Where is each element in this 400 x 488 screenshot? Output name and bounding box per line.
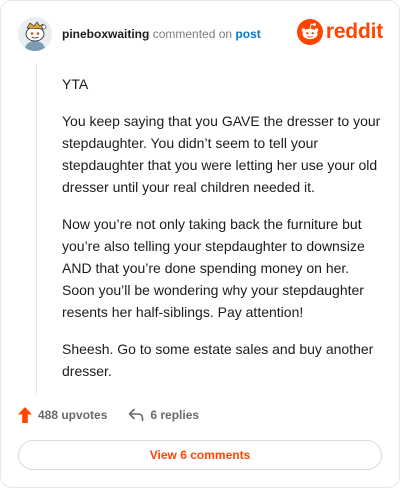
upvote-count: 488 upvotes xyxy=(38,408,108,422)
username-link[interactable]: pineboxwaiting xyxy=(62,27,149,41)
user-avatar[interactable] xyxy=(18,17,52,51)
comment-byline: pineboxwaiting commented on post xyxy=(62,26,261,42)
comment-header: pineboxwaiting commented on post reddit xyxy=(18,17,383,53)
replies-button[interactable]: 6 replies xyxy=(128,408,199,422)
brand-wordmark: reddit xyxy=(325,20,383,43)
comment-paragraph: Now you’re not only taking back the furn… xyxy=(62,216,365,320)
comment-embed-card: pineboxwaiting commented on post reddit … xyxy=(0,0,400,488)
byline-verb: commented on xyxy=(152,27,233,41)
reply-arrow-icon xyxy=(129,408,144,422)
upvote-button[interactable]: 488 upvotes xyxy=(18,407,107,423)
snoo-avatar-icon xyxy=(18,17,52,51)
post-link[interactable]: post xyxy=(235,27,260,41)
thread-line xyxy=(36,63,37,395)
comment-actions: 488 upvotes 6 replies xyxy=(18,405,199,425)
view-comments-button[interactable]: View 6 comments xyxy=(18,440,382,470)
reddit-logo[interactable]: reddit xyxy=(296,17,383,47)
upvote-arrow-icon xyxy=(18,407,32,423)
comment-paragraph: You keep saying that you GAVE the dresse… xyxy=(62,113,381,195)
comment-body: YTA You keep saying that you GAVE the dr… xyxy=(62,73,382,397)
reddit-alien-icon xyxy=(296,19,323,45)
comment-paragraph: YTA xyxy=(62,76,89,92)
comment-paragraph: Sheesh. Go to some estate sales and buy … xyxy=(62,341,374,379)
reply-count: 6 replies xyxy=(150,408,200,422)
